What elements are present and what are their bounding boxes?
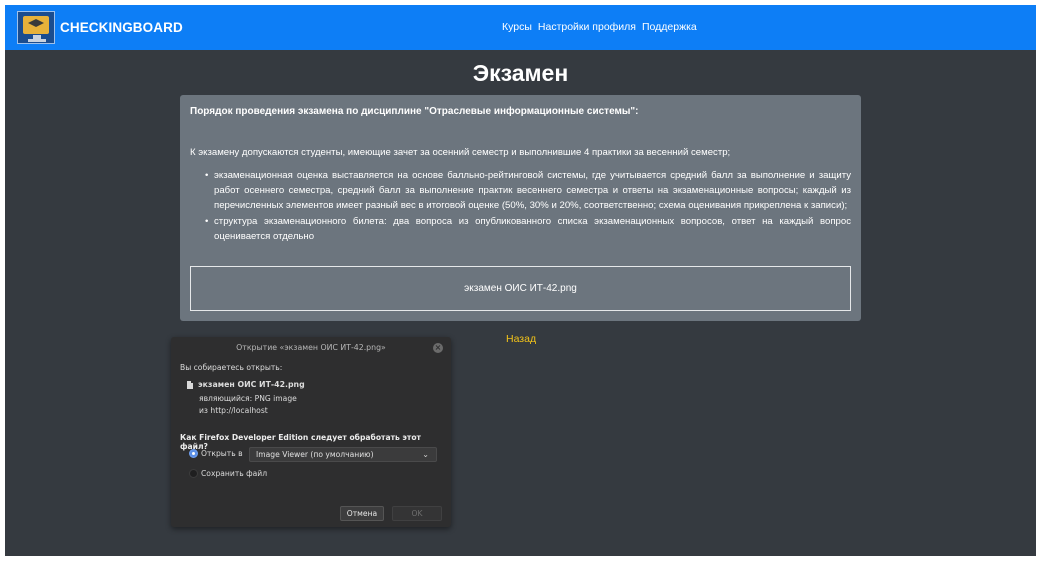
card-intro: К экзамену допускаются студенты, имеющие… bbox=[190, 147, 731, 158]
file-type-label: являющийся: bbox=[199, 394, 253, 403]
brand[interactable]: CHECKINGBOARD bbox=[17, 11, 183, 44]
open-with-radio[interactable] bbox=[189, 449, 198, 458]
back-link[interactable]: Назад bbox=[506, 333, 536, 345]
open-file-dialog: Открытие «экзамен ОИС ИТ-42.png» × Вы со… bbox=[171, 337, 451, 527]
save-file-radio[interactable] bbox=[189, 469, 198, 478]
card-list: экзаменационная оценка выставляется на о… bbox=[202, 168, 851, 244]
nav-link-profile-settings[interactable]: Настройки профиля bbox=[538, 21, 636, 33]
attachment-link[interactable]: экзамен ОИС ИТ-42.png bbox=[190, 266, 851, 311]
dialog-title: Открытие «экзамен ОИС ИТ-42.png» bbox=[236, 343, 386, 352]
file-source-value: http://localhost bbox=[210, 406, 268, 415]
open-with-label[interactable]: Открыть в bbox=[201, 449, 243, 458]
card-heading: Порядок проведения экзамена по дисциплин… bbox=[190, 106, 639, 117]
save-file-label[interactable]: Сохранить файл bbox=[201, 469, 267, 478]
page-title: Экзамен bbox=[472, 60, 569, 86]
list-item: структура экзаменационного билета: два в… bbox=[202, 214, 851, 244]
dialog-file: экзамен ОИС ИТ-42.png bbox=[187, 380, 305, 389]
nav-link-support[interactable]: Поддержка bbox=[642, 21, 697, 33]
open-with-selected: Image Viewer (по умолчанию) bbox=[256, 450, 374, 459]
attachment-filename[interactable]: экзамен ОИС ИТ-42.png bbox=[464, 283, 577, 294]
file-type-value: PNG image bbox=[254, 394, 297, 403]
dialog-file-type: являющийся: PNG image bbox=[199, 394, 297, 403]
dialog-file-source: из http://localhost bbox=[199, 406, 268, 415]
close-icon[interactable]: × bbox=[433, 343, 443, 353]
file-icon bbox=[187, 380, 193, 389]
cancel-button[interactable]: Отмена bbox=[340, 506, 384, 521]
chevron-down-icon: ⌄ bbox=[422, 450, 429, 459]
nav-links: Курсы Настройки профиля Поддержка bbox=[502, 21, 697, 33]
brand-logo-icon bbox=[17, 11, 55, 44]
ok-button[interactable]: OK bbox=[392, 506, 442, 521]
exam-info-card: Порядок проведения экзамена по дисциплин… bbox=[180, 95, 861, 321]
navbar: CHECKINGBOARD Курсы Настройки профиля По… bbox=[5, 5, 1036, 50]
list-item: экзаменационная оценка выставляется на о… bbox=[202, 168, 851, 214]
dialog-filename: экзамен ОИС ИТ-42.png bbox=[198, 380, 305, 389]
file-source-label: из bbox=[199, 406, 208, 415]
nav-link-courses[interactable]: Курсы bbox=[502, 21, 532, 33]
browser-viewport: CHECKINGBOARD Курсы Настройки профиля По… bbox=[5, 5, 1036, 556]
brand-name: CHECKINGBOARD bbox=[60, 20, 183, 35]
dialog-prompt: Вы собираетесь открыть: bbox=[180, 363, 283, 372]
open-with-select[interactable]: Image Viewer (по умолчанию) ⌄ bbox=[249, 447, 437, 462]
